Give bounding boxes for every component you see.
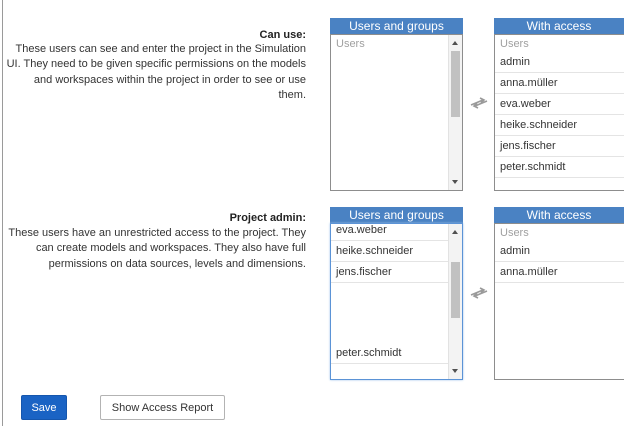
- save-button[interactable]: Save: [21, 395, 67, 420]
- scrollbar-thumb[interactable]: [451, 51, 460, 117]
- project-admin-available-header: Users and groups: [330, 207, 463, 223]
- list-item[interactable]: anna.müller: [495, 262, 624, 283]
- can-use-available-header: Users and groups: [330, 18, 463, 34]
- project-admin-title: Project admin:: [229, 212, 306, 224]
- swap-arrows-icon[interactable]: [470, 97, 488, 109]
- list-item[interactable]: jens.fischer: [331, 262, 448, 283]
- project-admin-available-list[interactable]: eva.weber heike.schneider jens.fischer pete…: [330, 223, 463, 380]
- scroll-up-arrow-icon[interactable]: [452, 41, 458, 45]
- window-left-border: [2, 0, 3, 426]
- project-admin-with-access-list[interactable]: Users admin anna.müller: [494, 223, 624, 380]
- list-item[interactable]: peter.schmidt: [331, 343, 448, 364]
- project-admin-description: These users have an unrestricted access …: [8, 227, 306, 270]
- list-item[interactable]: [331, 303, 448, 323]
- project-admin-with-access-caption: Users: [500, 227, 529, 239]
- can-use-with-access-list[interactable]: Users admin anna.müller eva.weber heike.sch…: [494, 34, 624, 191]
- project-admin-with-access-header: With access: [494, 207, 624, 223]
- list-item[interactable]: [331, 283, 448, 303]
- list-item[interactable]: anna.müller: [495, 73, 624, 94]
- can-use-available-scrollbar[interactable]: [448, 35, 462, 190]
- can-use-available-caption: Users: [336, 38, 365, 50]
- can-use-title: Can use:: [259, 29, 306, 41]
- list-item[interactable]: heike.schneider: [495, 115, 624, 136]
- scroll-up-arrow-icon[interactable]: [452, 230, 458, 234]
- list-item[interactable]: peter.schmidt: [495, 157, 624, 178]
- scroll-down-arrow-icon[interactable]: [452, 369, 458, 373]
- list-item[interactable]: heike.schneider: [331, 241, 448, 262]
- scrollbar-thumb[interactable]: [451, 262, 460, 318]
- project-admin-available-scrollbar[interactable]: [448, 224, 462, 379]
- list-item[interactable]: admin: [495, 241, 624, 262]
- can-use-description: These users can see and enter the projec…: [6, 43, 306, 101]
- list-item[interactable]: admin: [495, 52, 624, 73]
- can-use-available-list[interactable]: Users: [330, 34, 463, 191]
- swap-arrows-icon[interactable]: [470, 287, 488, 299]
- list-item[interactable]: [331, 323, 448, 343]
- list-item[interactable]: jens.fischer: [495, 136, 624, 157]
- list-item[interactable]: eva.weber: [331, 224, 448, 241]
- can-use-with-access-caption: Users: [500, 38, 529, 50]
- list-item[interactable]: eva.weber: [495, 94, 624, 115]
- show-access-report-button[interactable]: Show Access Report: [100, 395, 225, 420]
- can-use-with-access-header: With access: [494, 18, 624, 34]
- scroll-down-arrow-icon[interactable]: [452, 180, 458, 184]
